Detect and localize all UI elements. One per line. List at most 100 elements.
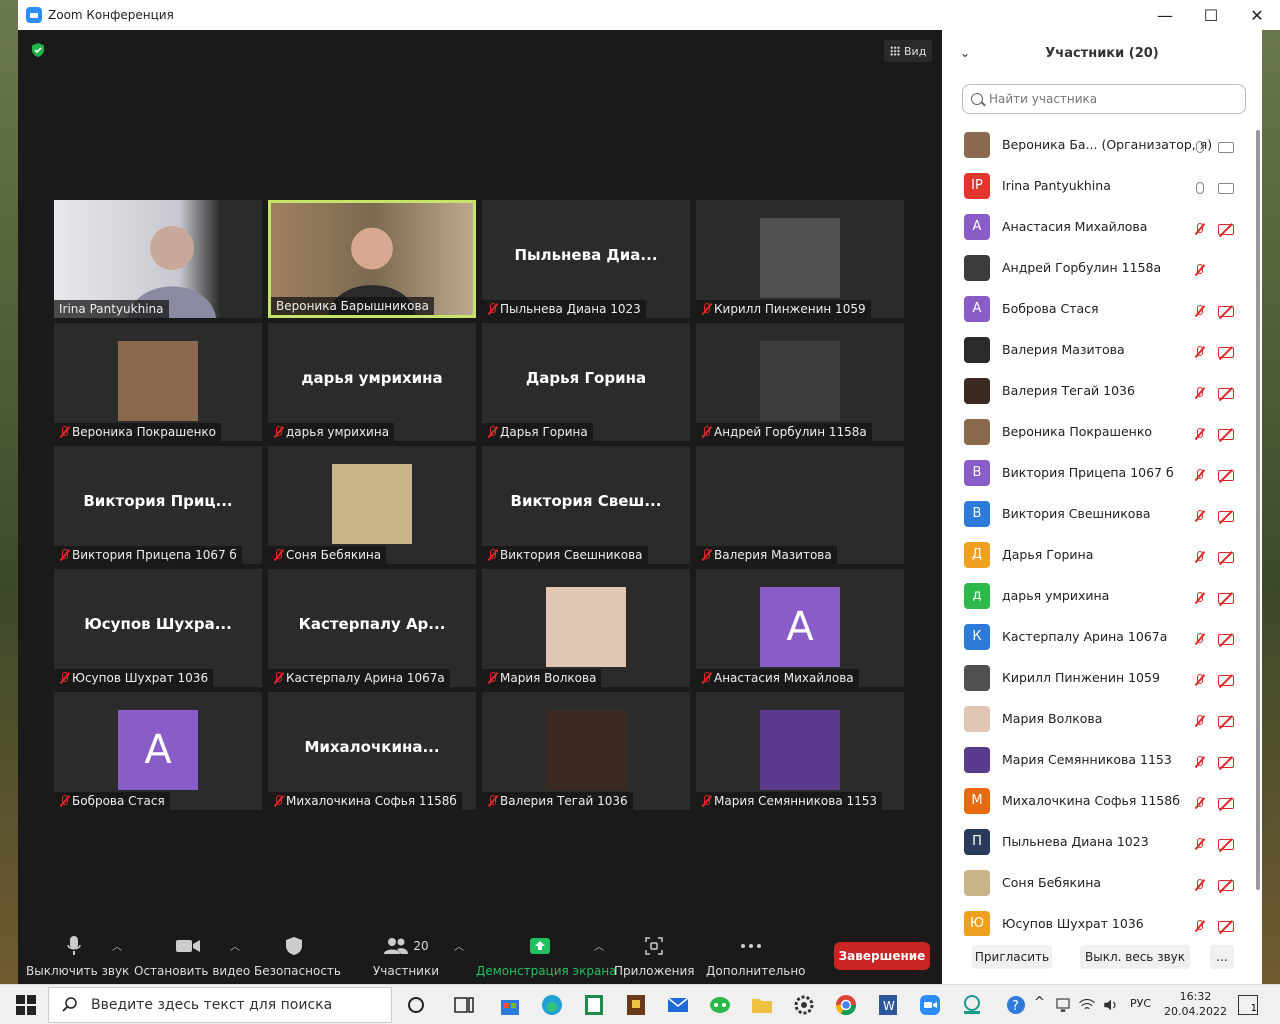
participant-row[interactable]: В Виктория Прицепа 1067 б [942, 452, 1252, 493]
collapse-chevron-icon[interactable]: ⌄ [960, 46, 970, 60]
mic-muted-icon[interactable] [1194, 917, 1204, 936]
participant-row[interactable]: д дарья умрихина [942, 575, 1252, 616]
participant-row[interactable]: П Пыльнева Диана 1023 [942, 821, 1252, 862]
file-explorer-icon[interactable] [750, 993, 774, 1017]
mic-muted-icon[interactable] [1194, 712, 1204, 731]
stop-video-button[interactable]: Остановить видео [134, 934, 250, 978]
end-meeting-button[interactable]: Завершение [834, 942, 930, 970]
video-tile[interactable]: Валерия Тегай 1036 [482, 692, 690, 810]
excel-icon[interactable] [582, 993, 606, 1017]
taskbar-search[interactable]: Введите здесь текст для поиска [48, 987, 392, 1023]
video-tile[interactable]: Вероника Покрашенко [54, 323, 262, 441]
video-tile[interactable]: Юсупов Шухра... Юсупов Шухрат 1036 [54, 569, 262, 687]
share-screen-button[interactable]: Демонстрация экрана [476, 934, 617, 978]
participant-row[interactable]: Д Дарья Горина [942, 534, 1252, 575]
participant-row[interactable]: М Михалочкина Софья 1158б [942, 780, 1252, 821]
input-language[interactable]: РУС [1130, 997, 1151, 1010]
volume-icon[interactable] [1102, 993, 1120, 1017]
video-off-icon[interactable] [1218, 712, 1234, 731]
microphone-icon[interactable] [1196, 179, 1204, 198]
mic-muted-icon[interactable] [1194, 794, 1204, 813]
mic-muted-icon[interactable] [1194, 507, 1204, 526]
participant-row[interactable]: Кирилл Пинженин 1059 [942, 657, 1252, 698]
security-button[interactable]: Безопасность [254, 934, 341, 978]
participant-row[interactable]: Ю Юсупов Шухрат 1036 [942, 903, 1252, 936]
video-tile[interactable]: Вероника Барышникова [268, 200, 476, 318]
mic-muted-icon[interactable] [1194, 835, 1204, 854]
wifi-icon[interactable] [1078, 993, 1096, 1017]
video-camera-icon[interactable] [1218, 138, 1234, 157]
apps-button[interactable]: Приложения [614, 934, 695, 978]
settings-gear-icon[interactable] [792, 993, 816, 1017]
share-options-caret-icon[interactable]: ︿ [594, 938, 604, 953]
mute-button[interactable]: Выключить звук [26, 934, 129, 978]
mic-muted-icon[interactable] [1194, 343, 1204, 362]
mic-muted-icon[interactable] [1194, 220, 1204, 239]
video-tile[interactable]: Пыльнева Диа... Пыльнева Диана 1023 [482, 200, 690, 318]
network-icon[interactable] [1054, 993, 1072, 1017]
video-tile[interactable]: A Анастасия Михайлова [696, 569, 904, 687]
mic-muted-icon[interactable] [1194, 548, 1204, 567]
mic-muted-icon[interactable] [1194, 425, 1204, 444]
chrome-icon[interactable] [834, 993, 858, 1017]
participant-row[interactable]: Валерия Мазитова [942, 329, 1252, 370]
participants-options-caret-icon[interactable]: ︿ [454, 938, 464, 953]
mail-icon[interactable] [666, 993, 690, 1017]
video-off-icon[interactable] [1218, 384, 1234, 403]
participant-row[interactable]: Вероника Ба... (Организатор, я) [942, 124, 1252, 165]
windows-start-icon[interactable] [14, 993, 38, 1017]
participant-row[interactable]: Мария Семянникова 1153 [942, 739, 1252, 780]
video-tile[interactable]: A Боброва Стася [54, 692, 262, 810]
mic-muted-icon[interactable] [1194, 466, 1204, 485]
participant-row[interactable]: А Анастасия Михайлова [942, 206, 1252, 247]
video-off-icon[interactable] [1218, 671, 1234, 690]
video-off-icon[interactable] [1218, 794, 1234, 813]
help-icon[interactable]: ? [1004, 993, 1028, 1017]
video-tile[interactable]: Мария Волкова [482, 569, 690, 687]
participant-row[interactable]: Соня Бебякина [942, 862, 1252, 903]
word-icon[interactable]: W [876, 993, 900, 1017]
minimize-button[interactable]: — [1142, 0, 1188, 30]
participant-row[interactable]: В Виктория Свешникова [942, 493, 1252, 534]
participant-row[interactable]: Мария Волкова [942, 698, 1252, 739]
video-off-icon[interactable] [1218, 753, 1234, 772]
participants-button[interactable]: 20 Участники [364, 934, 448, 978]
participant-search[interactable] [962, 84, 1246, 114]
video-off-icon[interactable] [1218, 589, 1234, 608]
video-tile[interactable]: Валерия Мазитова [696, 446, 904, 564]
close-button[interactable]: ✕ [1234, 0, 1280, 30]
maximize-button[interactable]: ☐ [1188, 0, 1234, 30]
panel-more-button[interactable]: ... [1210, 945, 1234, 969]
video-tile[interactable]: Кастерпалу Ар... Кастерпалу Арина 1067а [268, 569, 476, 687]
mute-all-button[interactable]: Выкл. весь звук [1080, 945, 1190, 969]
video-tile[interactable]: Irina Pantyukhina [54, 200, 262, 318]
mic-muted-icon[interactable] [1194, 384, 1204, 403]
video-off-icon[interactable] [1218, 507, 1234, 526]
participant-row[interactable]: Валерия Тегай 1036 [942, 370, 1252, 411]
zoom-taskbar-icon[interactable] [918, 993, 942, 1017]
mic-muted-icon[interactable] [1194, 630, 1204, 649]
video-options-caret-icon[interactable]: ︿ [230, 938, 240, 953]
video-off-icon[interactable] [1218, 220, 1234, 239]
participant-row[interactable]: Андрей Горбулин 1158а [942, 247, 1252, 288]
participant-row[interactable]: К Кастерпалу Арина 1067а [942, 616, 1252, 657]
mic-muted-icon[interactable] [1194, 753, 1204, 772]
video-off-icon[interactable] [1218, 630, 1234, 649]
video-off-icon[interactable] [1218, 917, 1234, 936]
participant-row[interactable]: IP Irina Pantyukhina [942, 165, 1252, 206]
video-off-icon[interactable] [1218, 302, 1234, 321]
video-tile[interactable]: Андрей Горбулин 1158а [696, 323, 904, 441]
video-off-icon[interactable] [1218, 343, 1234, 362]
video-tile[interactable]: Виктория Приц... Виктория Прицепа 1067 б [54, 446, 262, 564]
chat-app-icon[interactable] [708, 993, 732, 1017]
store-icon[interactable] [498, 993, 522, 1017]
video-tile[interactable]: Виктория Свеш... Виктория Свешникова [482, 446, 690, 564]
participant-row[interactable]: А Боброва Стася [942, 288, 1252, 329]
mic-muted-icon[interactable] [1194, 671, 1204, 690]
video-off-icon[interactable] [1218, 466, 1234, 485]
participant-row[interactable]: Вероника Покрашенко [942, 411, 1252, 452]
video-tile[interactable]: Дарья Горина Дарья Горина [482, 323, 690, 441]
video-camera-icon[interactable] [1218, 179, 1234, 198]
microphone-icon[interactable] [1196, 138, 1204, 157]
video-tile[interactable]: Соня Бебякина [268, 446, 476, 564]
